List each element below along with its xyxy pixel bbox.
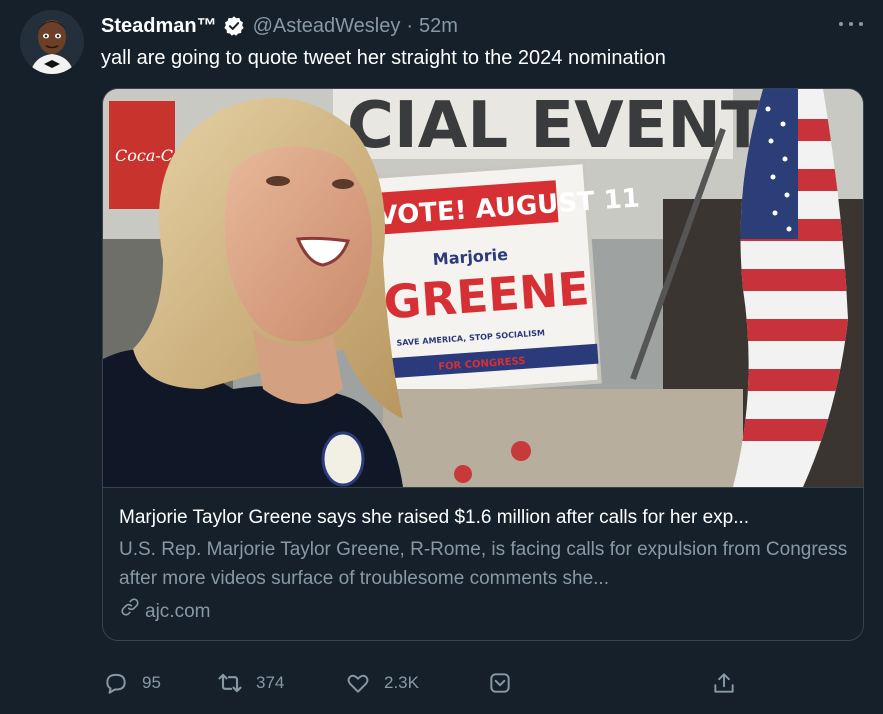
reply-button[interactable]: 95 [102,668,161,698]
card-domain: ajc.com [119,596,847,627]
header-separator: · [406,14,414,37]
action-bar: 95 374 2.3K [102,668,742,698]
share-button[interactable] [710,668,738,698]
card-domain-text: ajc.com [145,600,211,622]
card-body: Marjorie Taylor Greene says she raised $… [119,505,847,627]
avatar-image [20,10,84,74]
card-title: Marjorie Taylor Greene says she raised $… [119,507,750,528]
link-card[interactable]: CIAL EVENTS Coca-Cola VOTE! AUGUST 11 Ma… [102,88,864,641]
link-icon [119,596,145,627]
tweet-text: yall are going to quote tweet her straig… [101,47,666,69]
retweet-icon [216,669,244,697]
reply-count: 95 [142,673,161,692]
more-icon[interactable] [839,14,863,34]
display-name[interactable]: Steadman™ [101,15,217,38]
share-icon [710,669,738,697]
verified-badge-icon [223,15,245,37]
user-handle[interactable]: @AsteadWesley [253,15,401,38]
avatar[interactable] [20,10,84,74]
bookmark-button[interactable] [486,668,514,698]
card-image[interactable]: CIAL EVENTS Coca-Cola VOTE! AUGUST 11 Ma… [103,89,863,488]
like-count: 2.3K [384,673,419,692]
retweet-button[interactable]: 374 [216,668,284,698]
bookmark-icon [486,669,514,697]
tweet-header: Steadman™ @AsteadWesley · 52m [101,11,458,41]
timestamp[interactable]: 52m [419,15,458,38]
like-icon [344,669,372,697]
like-button[interactable]: 2.3K [344,668,419,698]
card-description: U.S. Rep. Marjorie Taylor Greene, R-Rome… [119,539,848,589]
banner-text: CIAL EVENTS [347,89,811,163]
reply-icon [102,669,130,697]
retweet-count: 374 [256,673,285,692]
